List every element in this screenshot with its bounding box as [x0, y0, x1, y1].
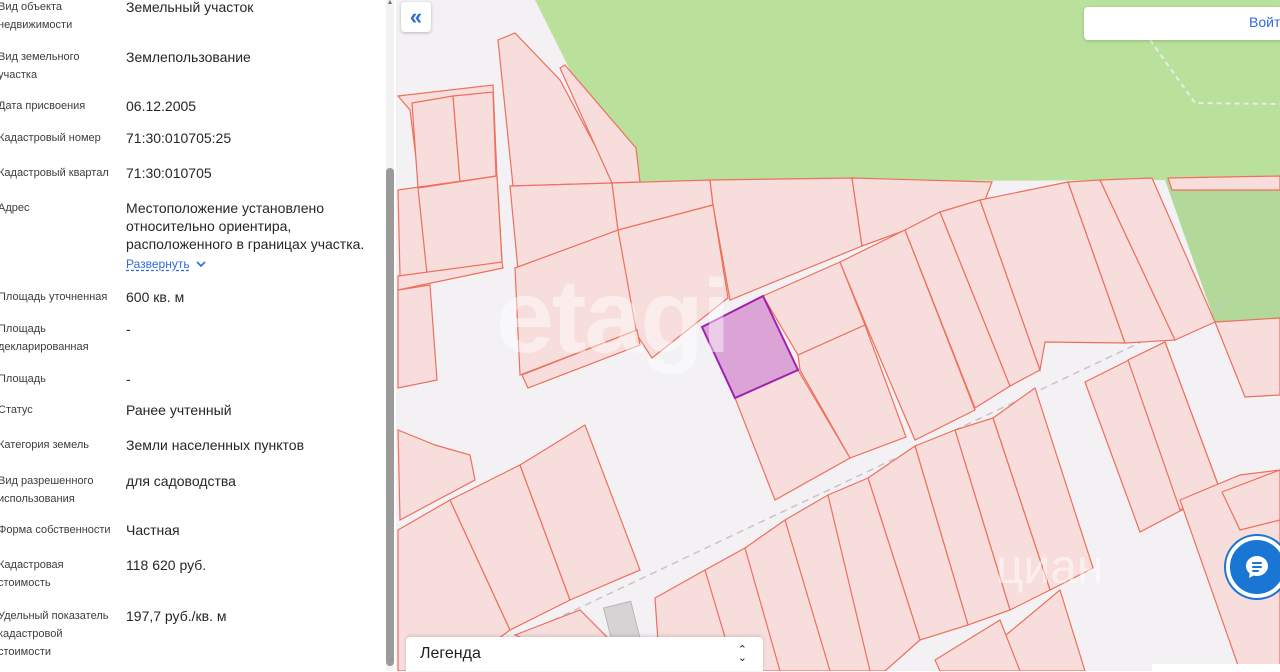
property-value: Местоположение установлено относительно …: [126, 200, 365, 252]
property-info-panel: Вид объекта недвижимости Земельный участ…: [0, 0, 396, 671]
property-label: Дата присвоения: [0, 100, 86, 112]
property-value: Земли населенных пунктов: [126, 437, 305, 453]
watermark-cian: циан: [996, 541, 1104, 594]
property-label: Вид разрешенного использования: [0, 475, 94, 505]
land-parcel: [397, 284, 438, 389]
property-label: Вид земельного участка: [0, 51, 80, 81]
property-label: Адрес: [0, 202, 30, 214]
property-label: Площадь декларированная: [0, 323, 89, 353]
property-label: Кадастровый квартал: [0, 167, 109, 179]
cadastral-map[interactable]: .p { fill:#f7dedd; stroke:#ef6f5c; strok…: [396, 0, 1280, 671]
legend-label: Легенда: [420, 645, 481, 662]
property-label: Кадастровая стоимость: [0, 559, 64, 589]
property-value: -: [126, 371, 131, 387]
property-value: -: [126, 321, 131, 337]
chevron-down-icon: [196, 261, 206, 267]
legend-dropdown[interactable]: Легенда ⌃ ⌄: [406, 637, 763, 671]
property-value: 71:30:010705:25: [126, 130, 232, 146]
property-value: 600 кв. м: [126, 289, 185, 305]
property-label: Форма собственности: [0, 524, 111, 536]
land-parcel: [452, 91, 497, 183]
updown-arrows-icon: ⌃ ⌄: [737, 644, 747, 664]
property-value: 06.12.2005: [126, 98, 197, 114]
property-value: Земельный участок: [126, 0, 254, 15]
collapse-panel-button[interactable]: «: [401, 2, 431, 32]
property-label: Площадь: [0, 373, 46, 385]
chat-icon: [1246, 556, 1268, 578]
property-label: Вид объекта недвижимости: [0, 1, 73, 31]
chat-button[interactable]: [1226, 536, 1280, 598]
property-value: 118 620 руб.: [126, 557, 207, 573]
property-label: Удельный показатель кадастровой стоимост…: [0, 610, 109, 658]
property-value: для садоводства: [126, 473, 236, 489]
property-value: Землепользование: [126, 49, 251, 65]
land-parcel: [1167, 175, 1280, 191]
address-expand-link[interactable]: Развернуть: [126, 257, 206, 271]
land-parcel: [411, 95, 461, 189]
property-value: Частная: [126, 522, 180, 538]
property-value: 197,7 руб./кв. м: [126, 608, 227, 624]
login-button[interactable]: Войти: [1249, 14, 1280, 30]
address-expand-label: Развернуть: [126, 257, 190, 271]
scroll-up-icon[interactable]: ▲: [386, 0, 394, 6]
property-value: Ранее учтенный: [126, 402, 232, 418]
land-parcel: [417, 175, 503, 275]
double-chevron-left-icon: «: [409, 4, 423, 29]
property-value: 71:30:010705: [126, 165, 212, 181]
property-label: Площадь уточненная: [0, 291, 108, 303]
property-label: Категория земель: [0, 439, 89, 451]
watermark-etagi: etagi: [496, 259, 731, 375]
land-parcel: [1214, 317, 1280, 398]
panel-scrollbar-thumb[interactable]: [386, 168, 394, 666]
property-label: Статус: [0, 404, 33, 416]
property-label: Кадастровый номер: [0, 132, 101, 144]
